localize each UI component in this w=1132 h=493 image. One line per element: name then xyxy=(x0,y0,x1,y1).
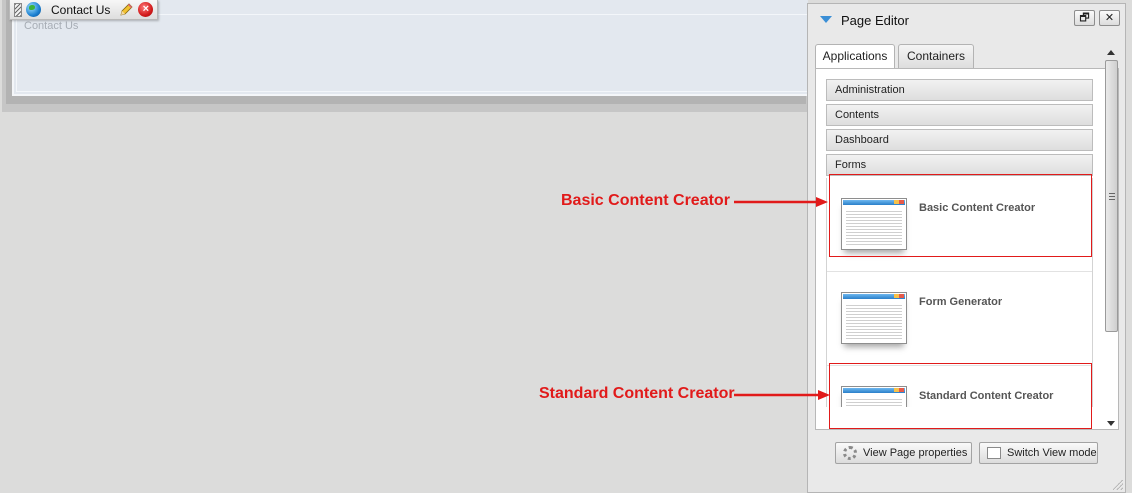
scroll-thumb[interactable] xyxy=(1105,60,1118,332)
category-contents[interactable]: Contents xyxy=(826,104,1093,126)
category-forms[interactable]: Forms xyxy=(826,154,1093,176)
view-mode-icon xyxy=(987,447,1001,459)
pencil-icon[interactable] xyxy=(118,2,134,18)
annotation-arrow-icon xyxy=(734,390,830,400)
portlet-title: Contact Us xyxy=(51,2,111,17)
portlet-content-title: Contact Us xyxy=(24,20,79,32)
scroll-up-arrow-icon[interactable] xyxy=(1107,50,1115,55)
view-page-properties-label: View Page properties xyxy=(863,447,968,459)
portlet-toolbar: Contact Us × xyxy=(9,0,158,20)
app-name: Form Generator xyxy=(919,296,1003,308)
app-thumbnail-icon xyxy=(841,292,907,344)
scroll-down-arrow-icon[interactable] xyxy=(1107,421,1115,426)
annotation-arrow-icon xyxy=(734,197,828,207)
scroll-track[interactable] xyxy=(1105,60,1118,412)
drag-handle-icon[interactable] xyxy=(14,2,22,17)
highlight-basic-content-creator xyxy=(829,174,1092,257)
tab-containers[interactable]: Containers xyxy=(898,44,974,68)
gear-icon xyxy=(843,446,857,460)
annotation-basic-label: Basic Content Creator xyxy=(561,192,730,209)
portlet-content xyxy=(16,14,808,92)
view-page-properties-button[interactable]: View Page properties xyxy=(835,442,972,464)
category-dashboard[interactable]: Dashboard xyxy=(826,129,1093,151)
resize-grip-icon[interactable] xyxy=(1113,480,1123,490)
annotation-standard-label: Standard Content Creator xyxy=(539,385,735,402)
close-editor-button[interactable]: ✕ xyxy=(1099,10,1120,26)
vertical-scrollbar[interactable] xyxy=(1104,46,1119,430)
switch-view-mode-button[interactable]: Switch View mode xyxy=(979,442,1098,464)
page-editor-header: Page Editor 🗗 ✕ xyxy=(808,4,1125,36)
tab-applications[interactable]: Applications xyxy=(815,44,895,69)
highlight-standard-content-creator xyxy=(829,363,1092,429)
switch-view-mode-label: Switch View mode xyxy=(1007,447,1097,459)
delete-portlet-icon[interactable]: × xyxy=(138,2,154,17)
grip-icon xyxy=(1109,193,1115,200)
globe-icon xyxy=(26,2,41,17)
category-administration[interactable]: Administration xyxy=(826,79,1093,101)
app-form-generator[interactable]: Form Generator xyxy=(827,272,1092,366)
page-editor-title: Page Editor xyxy=(841,13,909,28)
collapse-triangle-icon[interactable] xyxy=(820,16,832,23)
restore-window-button[interactable]: 🗗 xyxy=(1074,10,1095,26)
